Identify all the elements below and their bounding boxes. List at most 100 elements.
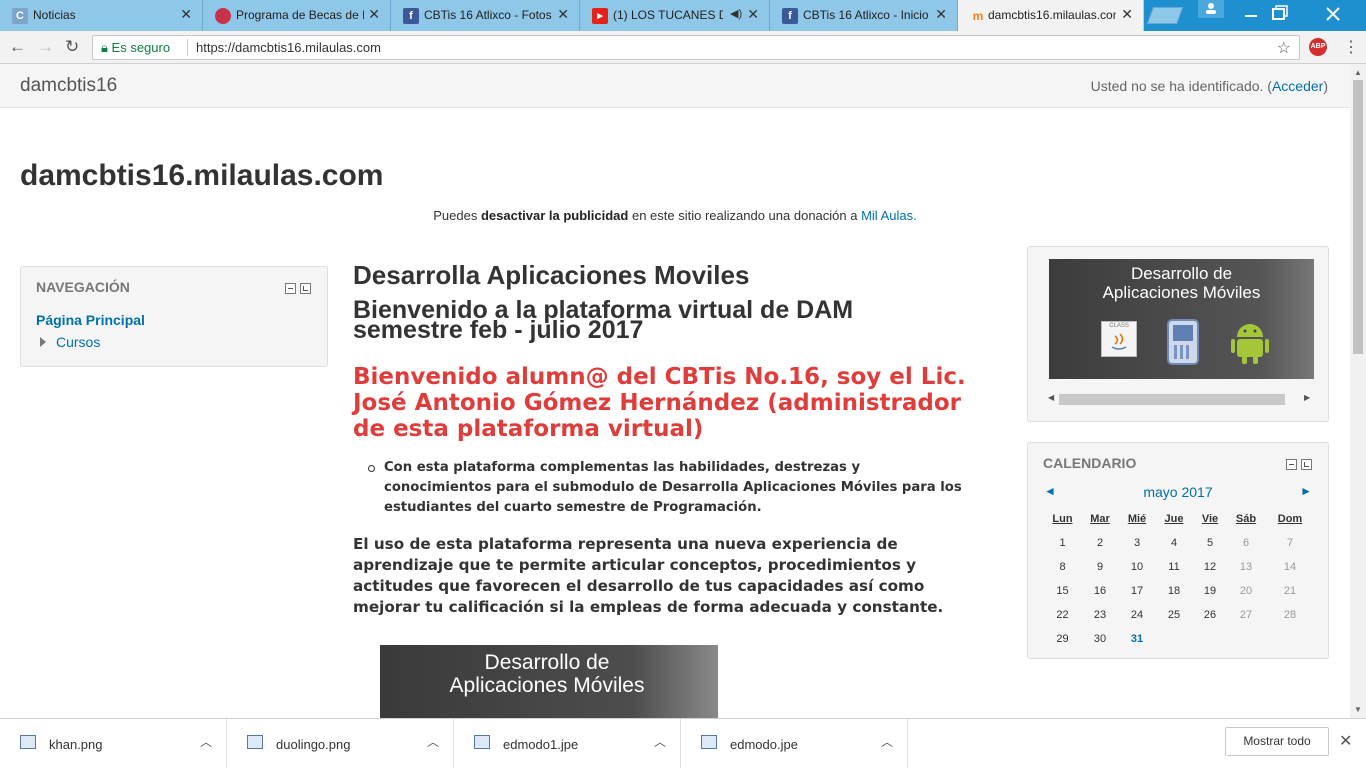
calendar-day[interactable]: 22 — [1044, 603, 1081, 627]
calendar-day[interactable]: 8 — [1044, 555, 1081, 579]
lock-icon: 🔒︎ — [101, 40, 108, 55]
calendar-day[interactable]: 28 — [1265, 603, 1315, 627]
close-icon[interactable]: ✕ — [747, 6, 759, 23]
tab-cbtis-inicio[interactable]: f CBTis 16 Atlixco - Inicio ✕ — [770, 0, 958, 31]
minimize-block-icon[interactable] — [1286, 459, 1297, 470]
site-brand[interactable]: damcbtis16 — [20, 75, 117, 97]
tab-cbtis-fotos[interactable]: f CBTis 16 Atlixco - Fotos ✕ — [391, 0, 580, 31]
side-banner-image: Desarrollo de Aplicaciones Móviles CLASS — [1049, 259, 1314, 379]
url-text[interactable]: https://damcbtis16.milaulas.com — [196, 40, 381, 55]
calendar-day[interactable]: 14 — [1265, 555, 1315, 579]
ad-bold: desactivar la publicidad — [480, 208, 629, 223]
download-item[interactable]: duolingo.png ︿ — [227, 719, 454, 768]
download-item[interactable]: khan.png ︿ — [0, 719, 227, 768]
calendar-day[interactable]: 31 — [1119, 627, 1155, 651]
chevron-up-icon[interactable]: ︿ — [427, 733, 439, 750]
calendar-day[interactable]: 5 — [1193, 531, 1227, 555]
block-title: NAVEGACIÓN — [36, 279, 130, 295]
address-bar[interactable]: 🔒︎ Es seguro https://damcbtis16.milaulas… — [92, 35, 1300, 60]
calendar-day[interactable]: 21 — [1265, 579, 1315, 603]
nav-courses-link[interactable]: Cursos — [56, 334, 100, 350]
expand-arrow-icon[interactable] — [40, 337, 46, 347]
download-item[interactable]: edmodo1.jpe ︿ — [454, 719, 681, 768]
close-icon[interactable]: ✕ — [1121, 6, 1133, 23]
calendar-day[interactable]: 23 — [1081, 603, 1119, 627]
close-icon[interactable]: ✕ — [935, 6, 947, 23]
download-name: edmodo1.jpe — [503, 737, 579, 752]
horizontal-scrollbar[interactable]: ◀ ▶ — [1046, 392, 1312, 406]
tab-becas[interactable]: Programa de Becas de E ✕ — [203, 0, 391, 31]
calendar-day[interactable]: 15 — [1044, 579, 1081, 603]
close-icon[interactable]: ✕ — [180, 6, 192, 23]
scroll-thumb[interactable] — [1059, 394, 1285, 405]
calendar-day[interactable]: 27 — [1227, 603, 1265, 627]
maximize-button[interactable] — [1258, 0, 1304, 31]
calendar-day[interactable]: 13 — [1227, 555, 1265, 579]
show-all-button[interactable]: Mostrar todo — [1225, 727, 1329, 756]
mil-aulas-link[interactable]: Mil Aulas. — [861, 208, 917, 223]
reload-icon[interactable]: ↻ — [65, 37, 79, 57]
calendar-day[interactable]: 18 — [1155, 579, 1193, 603]
forward-icon[interactable]: → — [37, 37, 54, 57]
close-icon[interactable]: ✕ — [1339, 731, 1352, 751]
calendar-day[interactable]: 30 — [1081, 627, 1119, 651]
calendar-day[interactable]: 7 — [1265, 531, 1315, 555]
calendar-day[interactable]: 4 — [1155, 531, 1193, 555]
greeting-heading: Bienvenido alumn@ del CBTis No.16, soy e… — [353, 364, 966, 442]
dock-block-icon[interactable] — [300, 283, 311, 294]
speaker-icon[interactable]: ◀) — [730, 7, 742, 20]
chevron-up-icon[interactable]: ︿ — [881, 733, 893, 750]
calendar-day[interactable]: 2 — [1081, 531, 1119, 555]
next-month-icon[interactable]: ► — [1300, 484, 1312, 498]
nav-home-link[interactable]: Página Principal — [36, 312, 145, 328]
login-link[interactable]: Acceder — [1272, 78, 1323, 94]
calendar-day[interactable]: 24 — [1119, 603, 1155, 627]
scroll-left-icon[interactable]: ◀ — [1048, 393, 1054, 402]
calendar-day[interactable]: 16 — [1081, 579, 1119, 603]
close-window-button[interactable] — [1310, 0, 1356, 31]
tab-youtube[interactable]: ▸ (1) LOS TUCANES DE ◀) ✕ — [580, 0, 770, 31]
calendar-day[interactable]: 3 — [1119, 531, 1155, 555]
calendar-day[interactable]: 20 — [1227, 579, 1265, 603]
calendar-day[interactable]: 9 — [1081, 555, 1119, 579]
close-icon[interactable]: ✕ — [557, 6, 569, 23]
dock-block-icon[interactable] — [1301, 459, 1312, 470]
calendar-month-link[interactable]: mayo 2017 — [1028, 484, 1328, 500]
calendar-day[interactable]: 19 — [1193, 579, 1227, 603]
image-file-icon — [701, 735, 717, 749]
calendar-day[interactable]: 10 — [1119, 555, 1155, 579]
back-icon[interactable]: ← — [9, 37, 26, 57]
tab-milaulas[interactable]: m damcbtis16.milaulas.com ✕ — [958, 0, 1144, 31]
calendar-day[interactable]: 17 — [1119, 579, 1155, 603]
new-tab-button[interactable] — [1146, 7, 1184, 24]
calendar-day[interactable]: 1 — [1044, 531, 1081, 555]
menu-icon[interactable]: ⋮ — [1343, 37, 1359, 57]
download-name: duolingo.png — [276, 737, 351, 752]
tab-noticias[interactable]: C Noticias ✕ — [0, 0, 203, 31]
calendar-day[interactable]: 26 — [1193, 603, 1227, 627]
scroll-down-icon[interactable]: ▼ — [1354, 705, 1362, 714]
calendar-day[interactable]: 12 — [1193, 555, 1227, 579]
vertical-scrollbar[interactable]: ▲ ▼ — [1350, 64, 1366, 718]
chevron-up-icon[interactable]: ︿ — [654, 733, 666, 750]
banner-block: Desarrollo de Aplicaciones Móviles CLASS — [1027, 246, 1329, 422]
image-file-icon — [20, 735, 36, 749]
chevron-up-icon[interactable]: ︿ — [200, 733, 212, 750]
scroll-up-icon[interactable]: ▲ — [1354, 68, 1362, 77]
calendar-day[interactable]: 25 — [1155, 603, 1193, 627]
calendar-day[interactable]: 6 — [1227, 531, 1265, 555]
bookmark-star-icon[interactable]: ☆ — [1277, 38, 1291, 58]
scroll-thumb[interactable] — [1353, 80, 1363, 354]
calendar-day[interactable]: 11 — [1155, 555, 1193, 579]
download-item[interactable]: edmodo.jpe ︿ — [681, 719, 908, 768]
minimize-block-icon[interactable] — [285, 283, 296, 294]
calendar-day — [1193, 627, 1227, 651]
close-icon[interactable]: ✕ — [368, 6, 380, 23]
calendar-day — [1265, 627, 1315, 651]
scroll-right-icon[interactable]: ▶ — [1304, 393, 1310, 402]
weekday-header: Dom — [1277, 513, 1303, 525]
adblock-icon[interactable]: ABP — [1309, 38, 1327, 56]
calendar-day[interactable]: 29 — [1044, 627, 1081, 651]
secure-indicator[interactable]: 🔒︎ Es seguro — [101, 40, 170, 56]
profile-button[interactable] — [1198, 0, 1224, 18]
